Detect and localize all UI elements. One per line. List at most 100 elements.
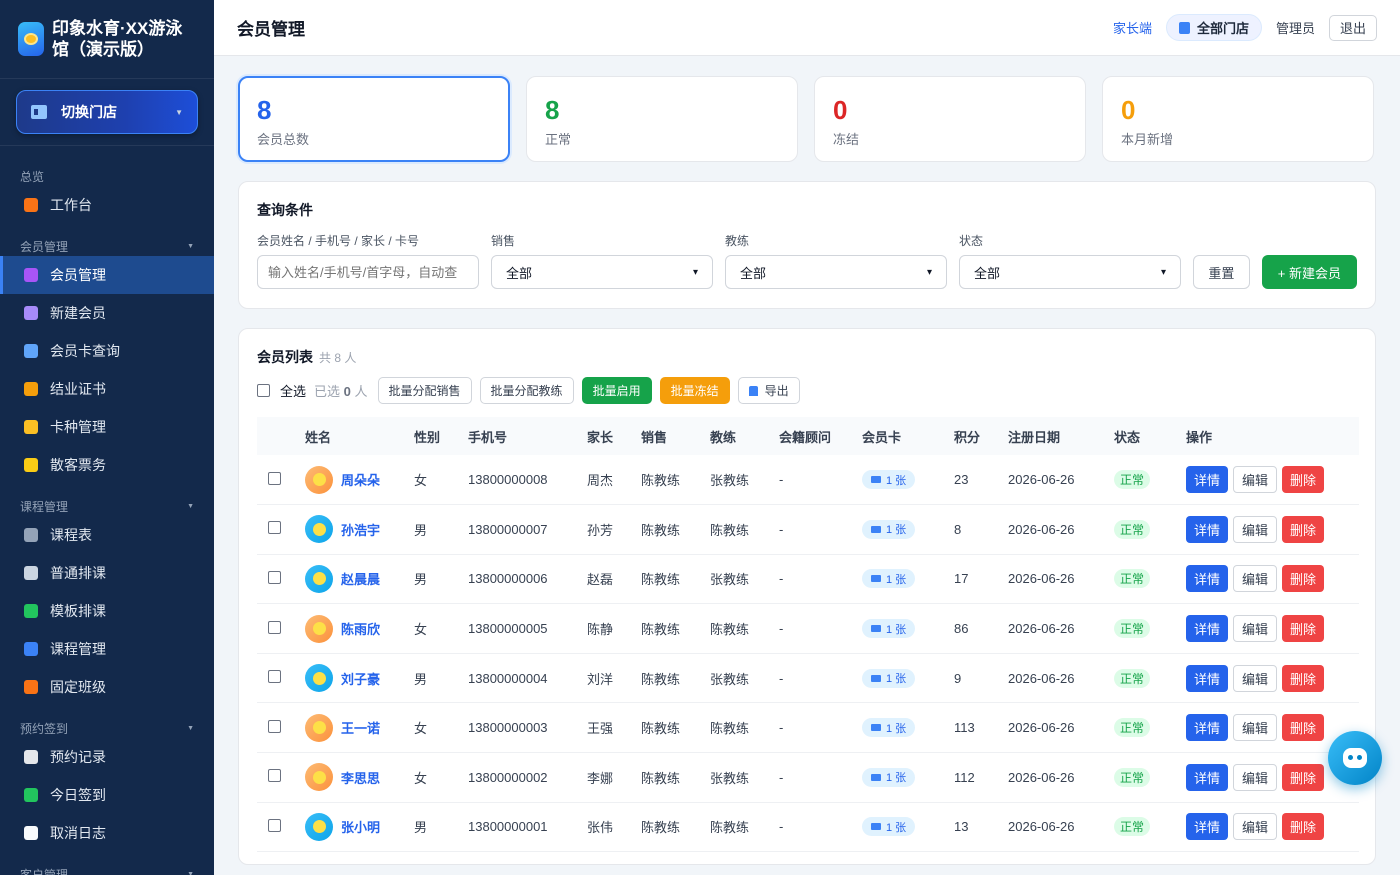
edit-button[interactable]: 编辑 (1233, 813, 1278, 841)
edit-button[interactable]: 编辑 (1233, 466, 1278, 494)
store-selector[interactable]: 全部门店 (1165, 14, 1262, 41)
sidebar-item[interactable]: 散客票务 (0, 446, 214, 484)
sidebar-item[interactable]: 取消日志 (0, 814, 214, 852)
sidebar-item[interactable]: 预约记录 (0, 738, 214, 776)
detail-button[interactable]: 详情 (1186, 466, 1229, 494)
stat-card[interactable]: 8 正常 (526, 76, 798, 162)
reset-button[interactable]: 重置 (1193, 255, 1250, 289)
edit-button[interactable]: 编辑 (1233, 615, 1278, 643)
sidebar-item[interactable]: 固定班级 (0, 668, 214, 706)
select-all-checkbox[interactable] (257, 384, 270, 397)
status-select[interactable]: 全部 ▾ (959, 255, 1181, 289)
column-header: 教练 (710, 417, 779, 455)
member-name-link[interactable]: 刘子豪 (341, 669, 380, 688)
nav-group[interactable]: 课程管理 ▼ (0, 496, 214, 516)
sidebar-item[interactable]: 课程管理 (0, 630, 214, 668)
member-name-link[interactable]: 张小明 (341, 817, 380, 836)
sidebar-item[interactable]: 卡种管理 (0, 408, 214, 446)
row-checkbox[interactable] (268, 818, 281, 832)
delete-button[interactable]: 删除 (1282, 763, 1325, 791)
row-checkbox[interactable] (268, 471, 281, 485)
detail-button[interactable]: 详情 (1186, 714, 1229, 742)
sidebar-item[interactable]: 课程表 (0, 516, 214, 554)
keyword-filter: 会员姓名 / 手机号 / 家长 / 卡号 (257, 232, 479, 289)
member-card-badge[interactable]: 1 张 (862, 767, 916, 787)
row-checkbox[interactable] (268, 570, 281, 584)
row-actions: 详情 编辑 删除 (1186, 565, 1359, 593)
member-name-link[interactable]: 孙浩宇 (341, 520, 380, 539)
row-checkbox[interactable] (268, 769, 281, 783)
switch-store-button[interactable]: 切换门店 ▼ (16, 90, 198, 134)
detail-button[interactable]: 详情 (1186, 615, 1229, 643)
sidebar-item[interactable]: 普通排课 (0, 554, 214, 592)
detail-button[interactable]: 详情 (1186, 565, 1229, 593)
upload-icon (748, 385, 758, 396)
delete-button[interactable]: 删除 (1282, 515, 1325, 543)
detail-button[interactable]: 详情 (1186, 813, 1229, 841)
parent-portal-link[interactable]: 家长端 (1113, 18, 1152, 37)
row-checkbox[interactable] (268, 620, 281, 634)
member-card-badge[interactable]: 1 张 (862, 519, 916, 539)
delete-button[interactable]: 删除 (1282, 466, 1325, 494)
nav-group[interactable]: 预约签到 ▼ (0, 718, 214, 738)
card-icon (871, 823, 881, 831)
member-card-badge[interactable]: 1 张 (862, 817, 916, 837)
batch-enable-button[interactable]: 批量启用 (581, 377, 652, 404)
sidebar-item[interactable]: 结业证书 (0, 370, 214, 408)
sidebar-item[interactable]: 会员卡查询 (0, 332, 214, 370)
member-card-badge[interactable]: 1 张 (862, 470, 916, 490)
select-all[interactable]: 全选 (257, 381, 306, 400)
stat-card[interactable]: 8 会员总数 (238, 76, 510, 162)
row-checkbox[interactable] (268, 670, 281, 684)
edit-button[interactable]: 编辑 (1233, 515, 1278, 543)
detail-button[interactable]: 详情 (1186, 763, 1229, 791)
logout-button[interactable]: 退出 (1328, 14, 1377, 41)
detail-button[interactable]: 详情 (1186, 515, 1229, 543)
stat-card[interactable]: 0 冻结 (814, 76, 1086, 162)
row-checkbox[interactable] (268, 521, 281, 535)
row-actions: 详情 编辑 删除 (1186, 466, 1359, 494)
delete-button[interactable]: 删除 (1282, 813, 1325, 841)
detail-button[interactable]: 详情 (1186, 664, 1229, 692)
member-card-badge[interactable]: 1 张 (862, 718, 916, 738)
sales-select[interactable]: 全部 ▾ (491, 255, 713, 289)
export-button[interactable]: 导出 (737, 377, 800, 404)
member-name-link[interactable]: 陈雨欣 (341, 619, 380, 638)
new-member-button[interactable]: + 新建会员 (1261, 255, 1357, 289)
edit-button[interactable]: 编辑 (1233, 664, 1278, 692)
edit-button[interactable]: 编辑 (1233, 714, 1278, 742)
member-name-link[interactable]: 周朵朵 (341, 470, 380, 489)
batch-assign-coach-button[interactable]: 批量分配教练 (479, 377, 574, 404)
batch-freeze-button[interactable]: 批量冻结 (659, 377, 730, 404)
delete-button[interactable]: 删除 (1282, 714, 1325, 742)
member-name-link[interactable]: 赵晨晨 (341, 569, 380, 588)
delete-button[interactable]: 删除 (1282, 615, 1325, 643)
sidebar-item[interactable]: 工作台 (0, 186, 214, 224)
delete-button[interactable]: 删除 (1282, 565, 1325, 593)
delete-button[interactable]: 删除 (1282, 664, 1325, 692)
keyword-input[interactable] (257, 255, 479, 289)
stat-card[interactable]: 0 本月新增 (1102, 76, 1374, 162)
sidebar-item[interactable]: 今日签到 (0, 776, 214, 814)
sidebar-item[interactable]: 模板排课 (0, 592, 214, 630)
member-count: 共 8 人 (319, 351, 357, 365)
assistant-button[interactable] (1328, 731, 1382, 785)
member-card-badge[interactable]: 1 张 (862, 569, 916, 589)
member-card-badge[interactable]: 1 张 (862, 619, 916, 639)
nav-group[interactable]: 会员管理 ▼ (0, 236, 214, 256)
edit-button[interactable]: 编辑 (1233, 565, 1278, 593)
member-card-badge[interactable]: 1 张 (862, 668, 916, 688)
cell-status: 正常 (1114, 504, 1186, 555)
nav-group[interactable]: 客户管理 ▼ (0, 864, 214, 875)
keyword-label: 会员姓名 / 手机号 / 家长 / 卡号 (257, 234, 420, 248)
member-name-link[interactable]: 王一诺 (341, 718, 380, 737)
sidebar-item[interactable]: 新建会员 (0, 294, 214, 332)
edit-button[interactable]: 编辑 (1233, 763, 1278, 791)
sidebar-item-label: 会员管理 (50, 267, 106, 283)
sidebar-item[interactable]: 会员管理 (0, 256, 214, 294)
member-name-link[interactable]: 李思思 (341, 768, 380, 787)
batch-assign-sales-button[interactable]: 批量分配销售 (377, 377, 472, 404)
row-checkbox[interactable] (268, 719, 281, 733)
row-checkbox-cell (257, 802, 305, 853)
coach-select[interactable]: 全部 ▾ (725, 255, 947, 289)
